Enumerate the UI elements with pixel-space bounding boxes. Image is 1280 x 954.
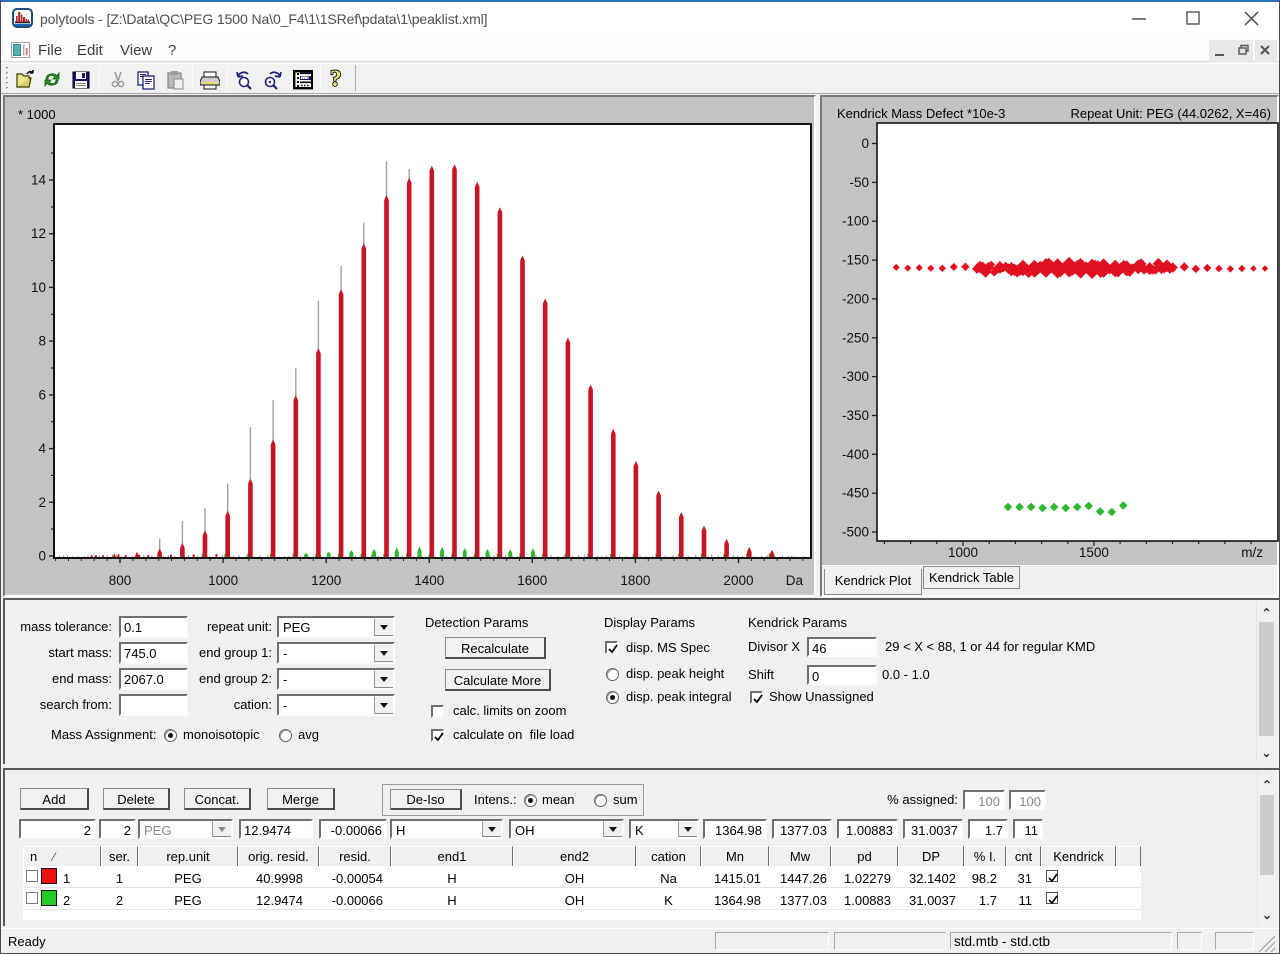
svg-text:-250: -250 <box>842 330 869 345</box>
svg-text:-50: -50 <box>849 175 869 190</box>
svg-text:-450: -450 <box>842 486 869 501</box>
svg-text:-350: -350 <box>842 408 869 423</box>
svg-text:-500: -500 <box>842 525 869 540</box>
svg-text:1000: 1000 <box>948 545 978 560</box>
svg-text:-300: -300 <box>842 369 869 384</box>
svg-text:-100: -100 <box>842 214 869 229</box>
svg-text:0: 0 <box>861 136 869 151</box>
svg-text:-200: -200 <box>842 291 869 306</box>
svg-text:-400: -400 <box>842 447 869 462</box>
svg-text:-150: -150 <box>842 253 869 268</box>
svg-text:m/z: m/z <box>1241 545 1263 560</box>
svg-text:1500: 1500 <box>1079 545 1109 560</box>
